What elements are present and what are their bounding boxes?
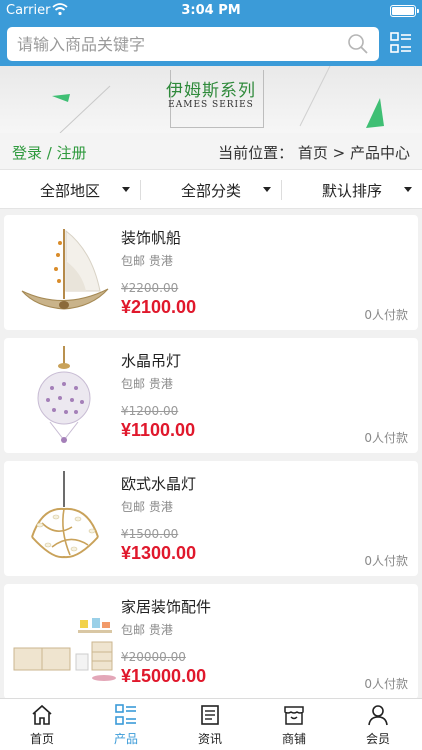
caret-down-icon bbox=[122, 187, 130, 192]
product-card[interactable]: 家居装饰配件 包邮 贵港 ¥20000.00 ¥15000.00 0人付款 bbox=[4, 584, 418, 699]
tab-label: 首页 bbox=[29, 732, 54, 746]
tab-shop[interactable]: 商铺 bbox=[252, 699, 336, 750]
banner-title: 伊姆斯系列 bbox=[166, 81, 256, 101]
product-original-price: ¥2200.00 bbox=[121, 281, 179, 295]
product-paid-count: 0人付款 bbox=[364, 554, 408, 568]
product-card[interactable]: 欧式水晶灯 包邮 贵港 ¥1500.00 ¥1300.00 0人付款 bbox=[4, 461, 418, 576]
product-card[interactable]: 水晶吊灯 包邮 贵港 ¥1200.00 ¥1100.00 0人付款 bbox=[4, 338, 418, 453]
product-price: ¥1100.00 bbox=[121, 420, 196, 440]
product-image-chandelier bbox=[37, 346, 91, 443]
search-box[interactable] bbox=[7, 27, 379, 61]
tab-label: 商铺 bbox=[281, 732, 306, 746]
product-name: 装饰帆船 bbox=[121, 229, 182, 247]
bottom-tab-bar: 首页 产品 资讯 商铺 会员 bbox=[0, 698, 422, 750]
product-price: ¥1300.00 bbox=[121, 543, 197, 563]
filter-sort-label: 默认排序 bbox=[321, 182, 382, 200]
caret-down-icon bbox=[404, 187, 412, 192]
product-original-price: ¥20000.00 bbox=[121, 650, 186, 664]
product-paid-count: 0人付款 bbox=[364, 308, 408, 322]
breadcrumb: 当前位置： 首页 > 产品中心 bbox=[218, 144, 410, 162]
filter-category-label: 全部分类 bbox=[180, 182, 241, 200]
promo-banner[interactable]: 伊姆斯系列 EAMES SERIES bbox=[0, 66, 422, 133]
tab-label: 资讯 bbox=[197, 732, 222, 746]
filter-region-label: 全部地区 bbox=[39, 182, 100, 200]
battery-icon bbox=[390, 5, 419, 17]
category-menu-icon[interactable] bbox=[390, 31, 412, 55]
banner-subtitle: EAMES SERIES bbox=[168, 100, 254, 110]
tab-home[interactable]: 首页 bbox=[0, 699, 84, 750]
tab-products[interactable]: 产品 bbox=[84, 699, 168, 750]
tab-label: 产品 bbox=[113, 732, 138, 746]
product-shipping: 包邮 贵港 bbox=[121, 254, 173, 268]
search-icon[interactable] bbox=[347, 33, 369, 55]
filter-region[interactable]: 全部地区 bbox=[0, 170, 140, 210]
product-shipping: 包邮 贵港 bbox=[121, 377, 173, 391]
user-icon bbox=[368, 705, 388, 726]
news-icon bbox=[201, 705, 219, 725]
tab-news[interactable]: 资讯 bbox=[168, 699, 252, 750]
product-image-branch-lamp bbox=[31, 471, 99, 559]
product-name: 欧式水晶灯 bbox=[121, 475, 197, 493]
login-register-link[interactable]: 登录 / 注册 bbox=[12, 142, 87, 163]
status-bar: Carrier 3:04 PM bbox=[0, 0, 422, 22]
filter-sort[interactable]: 默认排序 bbox=[282, 170, 422, 210]
caret-down-icon bbox=[263, 187, 271, 192]
app-header: Carrier 3:04 PM bbox=[0, 0, 422, 66]
product-original-price: ¥1200.00 bbox=[121, 404, 179, 418]
home-icon bbox=[32, 704, 52, 725]
product-image-sailboat bbox=[21, 229, 109, 310]
product-name: 水晶吊灯 bbox=[121, 352, 182, 370]
product-name: 家居装饰配件 bbox=[121, 598, 212, 616]
shop-icon bbox=[284, 706, 304, 725]
product-shipping: 包邮 贵港 bbox=[121, 623, 173, 637]
product-paid-count: 0人付款 bbox=[364, 677, 408, 691]
filter-category[interactable]: 全部分类 bbox=[141, 170, 281, 210]
product-card[interactable]: 装饰帆船 包邮 贵港 ¥2200.00 ¥2100.00 0人付款 bbox=[4, 215, 418, 330]
product-image-living-room bbox=[13, 618, 116, 681]
search-input[interactable] bbox=[17, 27, 337, 61]
product-price: ¥15000.00 bbox=[121, 666, 207, 686]
tab-label: 会员 bbox=[365, 732, 390, 746]
clock: 3:04 PM bbox=[181, 3, 241, 18]
grid-list-icon bbox=[115, 704, 136, 725]
product-shipping: 包邮 贵港 bbox=[121, 500, 173, 514]
tab-member[interactable]: 会员 bbox=[336, 699, 420, 750]
filter-bar: 全部地区 全部分类 默认排序 bbox=[0, 169, 422, 209]
product-price: ¥2100.00 bbox=[121, 297, 197, 317]
product-paid-count: 0人付款 bbox=[364, 431, 408, 445]
product-original-price: ¥1500.00 bbox=[121, 527, 179, 541]
location-bar: 登录 / 注册 当前位置： 首页 > 产品中心 bbox=[0, 133, 422, 169]
